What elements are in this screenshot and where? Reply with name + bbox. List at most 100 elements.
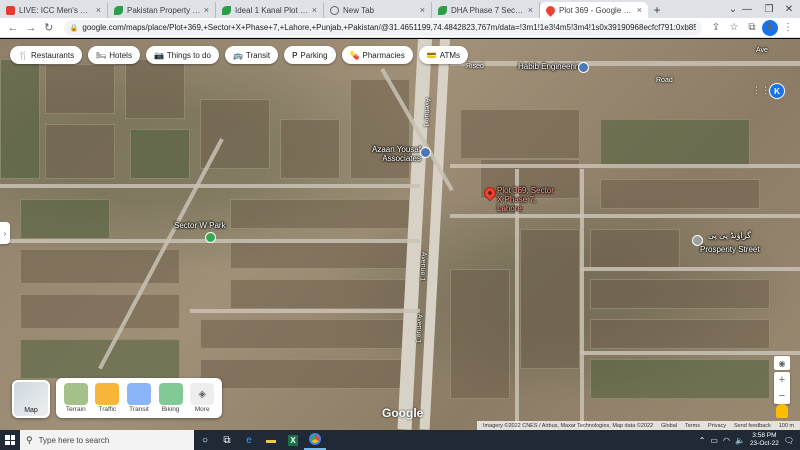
chip-things-to-do[interactable]: 📷 Things to do: [145, 46, 219, 64]
chip-pharmacies[interactable]: 💊 Pharmacies: [341, 46, 413, 64]
road-label-road: Road: [656, 77, 673, 84]
layer-transit[interactable]: Transit: [124, 383, 154, 413]
zoom-in-button[interactable]: +: [779, 374, 785, 386]
notifications-icon[interactable]: 🗨: [784, 436, 794, 445]
road-label-rised: Rised: [466, 63, 484, 70]
windows-logo-icon: [5, 435, 15, 445]
google-logo: Google: [382, 406, 424, 420]
road: [580, 169, 584, 430]
tab-dha-phase7[interactable]: DHA Phase 7 Sector X - Pa×: [432, 2, 540, 18]
chip-parking[interactable]: P Parking: [284, 46, 336, 64]
tab-icc[interactable]: LIVE: ICC Men's T20 World×: [0, 2, 108, 18]
reload-icon[interactable]: ↻: [40, 19, 58, 37]
back-arrow-icon[interactable]: ←: [4, 19, 22, 37]
volume-icon[interactable]: 🔈: [735, 436, 745, 445]
terms-link[interactable]: Terms: [685, 423, 700, 429]
layer-biking[interactable]: Biking: [156, 383, 186, 413]
kebab-menu-icon[interactable]: ⋮: [780, 20, 796, 36]
bus-icon: 🚌: [232, 50, 243, 60]
chip-restaurants[interactable]: 🍴 Restaurants: [10, 46, 83, 64]
chip-hotels[interactable]: 🛏 Hotels: [88, 46, 140, 64]
fork-knife-icon: 🍴: [18, 50, 28, 60]
zoom-out-button[interactable]: −: [779, 390, 785, 402]
satellite-map[interactable]: Avenue 1 Avenue 1 Avenue 1 Ave Road Rise…: [0, 39, 800, 430]
forward-arrow-icon[interactable]: →: [22, 19, 40, 37]
pin-icon[interactable]: [578, 62, 589, 73]
wifi-icon[interactable]: ◠: [723, 436, 730, 445]
tab-ideal-plot[interactable]: Ideal 1 Kanal Plot For Sale×: [216, 2, 324, 18]
road: [0, 184, 420, 188]
profile-avatar[interactable]: K: [761, 19, 778, 36]
chip-atms[interactable]: 💳 ATMs: [418, 46, 469, 64]
excel-icon[interactable]: X: [282, 430, 304, 450]
layers-toggle-button[interactable]: Map: [12, 380, 50, 418]
cortana-icon[interactable]: ○: [194, 430, 216, 450]
tab-google-maps[interactable]: Plot 369 - Google Maps×: [540, 2, 648, 18]
poi-label-azaan[interactable]: Azaan Yousaf Associates: [372, 145, 421, 163]
apps-grid-icon[interactable]: ⋮⋮: [752, 85, 770, 97]
star-icon[interactable]: ☆: [726, 20, 742, 36]
plot: [130, 129, 190, 179]
globe-icon: [330, 5, 339, 15]
plot: [230, 279, 410, 309]
plot: [20, 199, 110, 239]
plot: [460, 109, 580, 159]
plot: [200, 319, 410, 349]
road: [450, 61, 800, 66]
pin-icon[interactable]: [420, 147, 431, 158]
share-icon[interactable]: ⇪: [708, 20, 724, 36]
plot: [20, 294, 180, 329]
selected-place-label[interactable]: Plot 369, Sector X Phase 7, Lahore: [497, 186, 561, 213]
plot: [590, 319, 770, 349]
privacy-link[interactable]: Privacy: [708, 423, 726, 429]
layer-more[interactable]: ◈ More: [187, 383, 217, 413]
chip-transit[interactable]: 🚌 Transit: [224, 46, 279, 64]
battery-icon[interactable]: ▭: [710, 436, 718, 445]
tab-close-icon[interactable]: ×: [96, 5, 101, 15]
tab-strip: LIVE: ICC Men's T20 World× Pakistan Prop…: [0, 0, 800, 18]
task-view-icon[interactable]: ⧉: [216, 430, 238, 450]
poi-label-prosperity[interactable]: Prosperity Street: [700, 245, 760, 254]
traffic-icon: [95, 383, 120, 405]
maps-profile-avatar[interactable]: K: [769, 83, 785, 99]
layer-terrain[interactable]: Terrain: [61, 383, 91, 413]
poi-label-habib[interactable]: Habib Engineering: [518, 62, 584, 71]
window-close-icon[interactable]: ✕: [776, 0, 800, 18]
tab-new-tab[interactable]: New Tab ×: [324, 2, 432, 18]
clock[interactable]: 3:58 PM 23-Oct-22: [750, 432, 779, 448]
extensions-icon[interactable]: ⧉: [744, 20, 760, 36]
pegman-icon[interactable]: [776, 404, 788, 418]
side-panel-toggle[interactable]: ›: [0, 222, 10, 244]
global-link[interactable]: Global: [661, 423, 677, 429]
chrome-icon[interactable]: [304, 430, 326, 450]
edge-icon[interactable]: e: [238, 430, 260, 450]
lock-icon: 🔒: [69, 24, 79, 32]
compass-icon[interactable]: ◉: [774, 356, 790, 370]
map-attribution: Imagery ©2022 CNES / Airbus, Maxar Techn…: [477, 421, 800, 430]
road: [450, 164, 800, 168]
tree-icon[interactable]: [205, 232, 216, 243]
scale-bar[interactable]: 100 m: [779, 423, 794, 429]
new-tab-button[interactable]: +: [648, 2, 666, 18]
layer-traffic[interactable]: Traffic: [92, 383, 122, 413]
tab-close-icon[interactable]: ×: [312, 5, 317, 15]
send-feedback-link[interactable]: Send feedback: [734, 423, 771, 429]
address-bar[interactable]: 🔒 google.com/maps/place/Plot+369,+Sector…: [63, 19, 702, 36]
poi-label-sector-w-park[interactable]: Sector W Park: [174, 221, 226, 230]
road: [450, 214, 800, 218]
tab-close-icon[interactable]: ×: [204, 5, 209, 15]
plot: [125, 59, 185, 119]
tab-close-icon[interactable]: ×: [420, 5, 425, 15]
chevron-up-icon[interactable]: ⌃: [699, 436, 706, 445]
poi-label-urdu[interactable]: گراؤنڈ پی پی: [708, 231, 751, 240]
file-explorer-icon[interactable]: ▬: [260, 430, 282, 450]
chevron-right-icon: ›: [3, 228, 7, 238]
plot: [590, 359, 770, 399]
tab-close-icon[interactable]: ×: [528, 5, 533, 15]
tab-close-icon[interactable]: ×: [637, 5, 642, 15]
tab-pakistan-property[interactable]: Pakistan Property Real Esta×: [108, 2, 216, 18]
start-button[interactable]: [0, 430, 20, 450]
browser-toolbar: ← → ↻ 🔒 google.com/maps/place/Plot+369,+…: [0, 18, 800, 38]
taskbar-search[interactable]: ⚲ Type here to search: [20, 430, 194, 450]
leaf-icon: [222, 5, 231, 15]
